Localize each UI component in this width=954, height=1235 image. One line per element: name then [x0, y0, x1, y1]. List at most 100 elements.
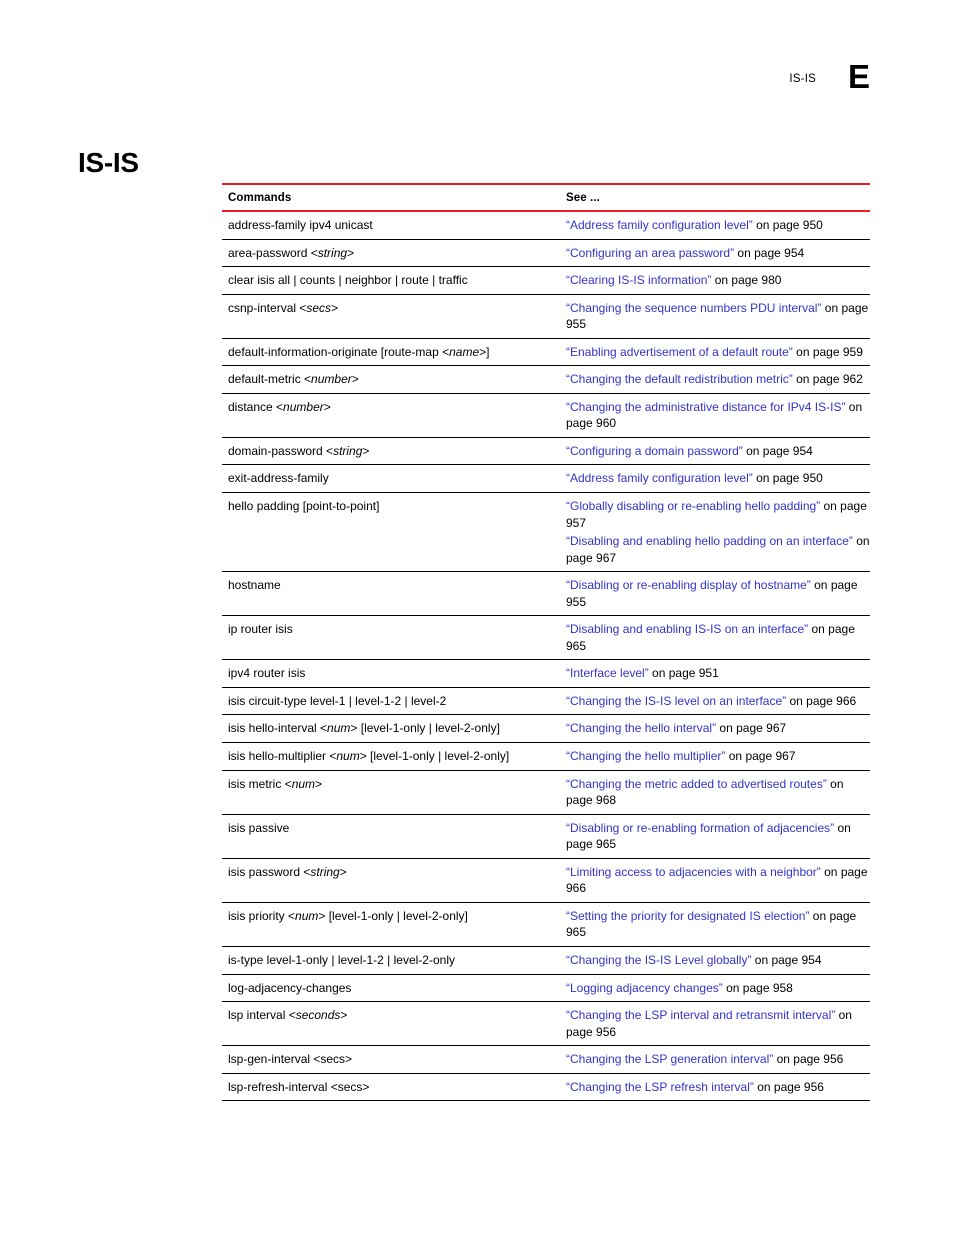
- cross-reference-page: on page 959: [792, 344, 863, 359]
- cross-reference-link[interactable]: “Changing the IS-IS Level globally”: [566, 953, 751, 967]
- cross-reference-link[interactable]: “Changing the metric added to advertised…: [566, 777, 827, 791]
- cross-reference-page: on page 954: [751, 952, 822, 967]
- cross-reference-link[interactable]: “Changing the LSP refresh interval”: [566, 1080, 754, 1094]
- command-cell: lsp-gen-interval <secs>: [222, 1045, 566, 1074]
- cross-reference-link[interactable]: “Changing the default redistribution met…: [566, 372, 793, 386]
- command-text: exit-address-family: [228, 471, 329, 486]
- see-reference-cell: “Globally disabling or re-enabling hello…: [566, 492, 870, 573]
- command-text: isis priority <num> [level-1-only | leve…: [228, 908, 468, 923]
- commands-table-container: Commands See ... address-family ipv4 uni…: [222, 183, 870, 1102]
- cross-reference: “Interface level” on page 951: [566, 665, 870, 682]
- cross-reference-page: on page 967: [716, 721, 787, 736]
- cross-reference-link[interactable]: “Logging adjacency changes”: [566, 981, 723, 995]
- cross-reference-page: on page 967: [725, 749, 796, 764]
- command-text: isis password <string>: [228, 864, 347, 879]
- cross-reference-link[interactable]: “Disabling and enabling hello padding on…: [566, 534, 853, 548]
- cross-reference-page: on page 951: [648, 666, 719, 681]
- cross-reference: “Changing the default redistribution met…: [566, 371, 870, 388]
- cross-reference-link[interactable]: “Limiting access to adjacencies with a n…: [566, 865, 821, 879]
- command-cell: area-password <string>: [222, 239, 566, 268]
- command-text: log-adjacency-changes: [228, 980, 352, 995]
- command-text: lsp-refresh-interval <secs>: [228, 1079, 370, 1094]
- cross-reference-link[interactable]: “Changing the administrative distance fo…: [566, 400, 845, 414]
- cross-reference: “Setting the priority for designated IS …: [566, 908, 870, 941]
- cross-reference-page: on page 980: [711, 273, 782, 288]
- table-row: hello padding [point-to-point] “Globally …: [222, 492, 870, 573]
- table-row: isis hello-interval <num> [level-1-only …: [222, 714, 870, 744]
- command-cell: isis hello-multiplier <num> [level-1-onl…: [222, 742, 566, 771]
- cross-reference-link[interactable]: “Changing the LSP interval and retransmi…: [566, 1008, 835, 1022]
- command-cell: isis priority <num> [level-1-only | leve…: [222, 902, 566, 947]
- table-row: isis priority <num> [level-1-only | leve…: [222, 902, 870, 947]
- command-text: ipv4 router isis: [228, 666, 306, 681]
- cross-reference-link[interactable]: “Address family configuration level”: [566, 218, 753, 232]
- table-row: clear isis all | counts | neighbor | rou…: [222, 266, 870, 295]
- table-row: default-metric <number> “Changing the def…: [222, 365, 870, 394]
- see-reference-cell: “Interface level” on page 951: [566, 659, 870, 688]
- cross-reference-page: on page 958: [722, 980, 793, 995]
- column-header-see: See ...: [566, 183, 870, 212]
- cross-reference-link[interactable]: “Configuring an area password”: [566, 246, 734, 260]
- cross-reference: “Changing the administrative distance fo…: [566, 399, 870, 432]
- cross-reference: “Disabling and enabling IS-IS on an inte…: [566, 621, 870, 654]
- see-reference-cell: “Limiting access to adjacencies with a n…: [566, 858, 870, 903]
- command-cell: hello padding [point-to-point]: [222, 492, 566, 573]
- command-text: distance <number>: [228, 399, 331, 414]
- cross-reference: “Logging adjacency changes” on page 958: [566, 980, 870, 997]
- command-cell: ip router isis: [222, 615, 566, 661]
- table-row: ipv4 router isis “Interface level” on pag…: [222, 659, 870, 688]
- cross-reference: “Configuring a domain password” on page …: [566, 443, 870, 460]
- cross-reference-link[interactable]: “Clearing IS-IS information”: [566, 273, 711, 287]
- command-text: isis hello-interval <num> [level-1-only …: [228, 721, 500, 736]
- command-text: clear isis all | counts | neighbor | rou…: [228, 273, 468, 288]
- command-text: hello padding [point-to-point]: [228, 499, 380, 514]
- cross-reference-link[interactable]: “Changing the hello interval”: [566, 721, 716, 735]
- command-text: default-information-originate [route-map…: [228, 344, 490, 359]
- see-reference-cell: “Enabling advertisement of a default rou…: [566, 338, 870, 367]
- cross-reference-link[interactable]: “Changing the IS-IS level on an interfac…: [566, 694, 786, 708]
- cross-reference: “Enabling advertisement of a default rou…: [566, 344, 870, 361]
- cross-reference-link[interactable]: “Configuring a domain password”: [566, 444, 743, 458]
- cross-reference-link[interactable]: “Enabling advertisement of a default rou…: [566, 345, 793, 359]
- command-cell: csnp-interval <secs>: [222, 294, 566, 339]
- cross-reference-link[interactable]: “Disabling and enabling IS-IS on an inte…: [566, 622, 808, 636]
- cross-reference-page: on page 954: [742, 443, 813, 458]
- table-row: lsp-gen-interval <secs> “Changing the LSP…: [222, 1045, 870, 1074]
- cross-reference: “Address family configuration level” on …: [566, 470, 870, 487]
- cross-reference-link[interactable]: “Changing the LSP generation interval”: [566, 1052, 773, 1066]
- command-cell: address-family ipv4 unicast: [222, 211, 566, 240]
- command-text: lsp interval <seconds>: [228, 1008, 348, 1023]
- cross-reference-page: on page 956: [773, 1052, 844, 1067]
- cross-reference: “Disabling or re-enabling display of hos…: [566, 577, 870, 610]
- table-row: isis hello-multiplier <num> [level-1-onl…: [222, 742, 870, 771]
- see-reference-cell: “Changing the LSP generation interval” o…: [566, 1045, 870, 1074]
- table-row: csnp-interval <secs> “Changing the sequen…: [222, 294, 870, 339]
- see-reference-cell: “Setting the priority for designated IS …: [566, 902, 870, 947]
- command-text: default-metric <number>: [228, 372, 359, 387]
- cross-reference-page: on page 950: [752, 218, 823, 232]
- cross-reference: “Globally disabling or re-enabling hello…: [566, 498, 870, 531]
- see-reference-cell: “Changing the LSP interval and retransmi…: [566, 1001, 870, 1047]
- command-cell: isis circuit-type level-1 | level-1-2 | …: [222, 687, 566, 716]
- cross-reference-link[interactable]: “Interface level”: [566, 666, 649, 680]
- cross-reference-link[interactable]: “Disabling or re-enabling formation of a…: [566, 821, 834, 835]
- see-reference-cell: “Changing the hello interval” on page 96…: [566, 714, 870, 744]
- see-reference-cell: “Address family configuration level” on …: [566, 211, 870, 240]
- cross-reference-page: on page 950: [752, 471, 823, 486]
- header-chapter-name: IS-IS: [789, 73, 816, 85]
- page-title: IS-IS: [78, 146, 139, 178]
- cross-reference-link[interactable]: “Disabling or re-enabling display of hos…: [566, 578, 811, 592]
- cross-reference-link[interactable]: “Changing the sequence numbers PDU inter…: [566, 301, 821, 315]
- see-reference-cell: “Disabling or re-enabling display of hos…: [566, 571, 870, 617]
- table-row: log-adjacency-changes “Logging adjacency …: [222, 974, 870, 1003]
- cross-reference-link[interactable]: “Changing the hello multiplier”: [566, 749, 725, 763]
- table-row: is-type level-1-only | level-1-2 | level…: [222, 946, 870, 975]
- cross-reference-link[interactable]: “Address family configuration level”: [566, 471, 753, 485]
- see-reference-cell: “Changing the metric added to advertised…: [566, 770, 870, 815]
- command-cell: domain-password <string>: [222, 437, 566, 466]
- cross-reference-link[interactable]: “Setting the priority for designated IS …: [566, 909, 809, 923]
- cross-reference-link[interactable]: “Globally disabling or re-enabling hello…: [566, 499, 820, 513]
- cross-reference: “Changing the IS-IS level on an interfac…: [566, 693, 870, 710]
- command-text: isis hello-multiplier <num> [level-1-onl…: [228, 749, 510, 764]
- column-header-commands: Commands: [222, 183, 566, 212]
